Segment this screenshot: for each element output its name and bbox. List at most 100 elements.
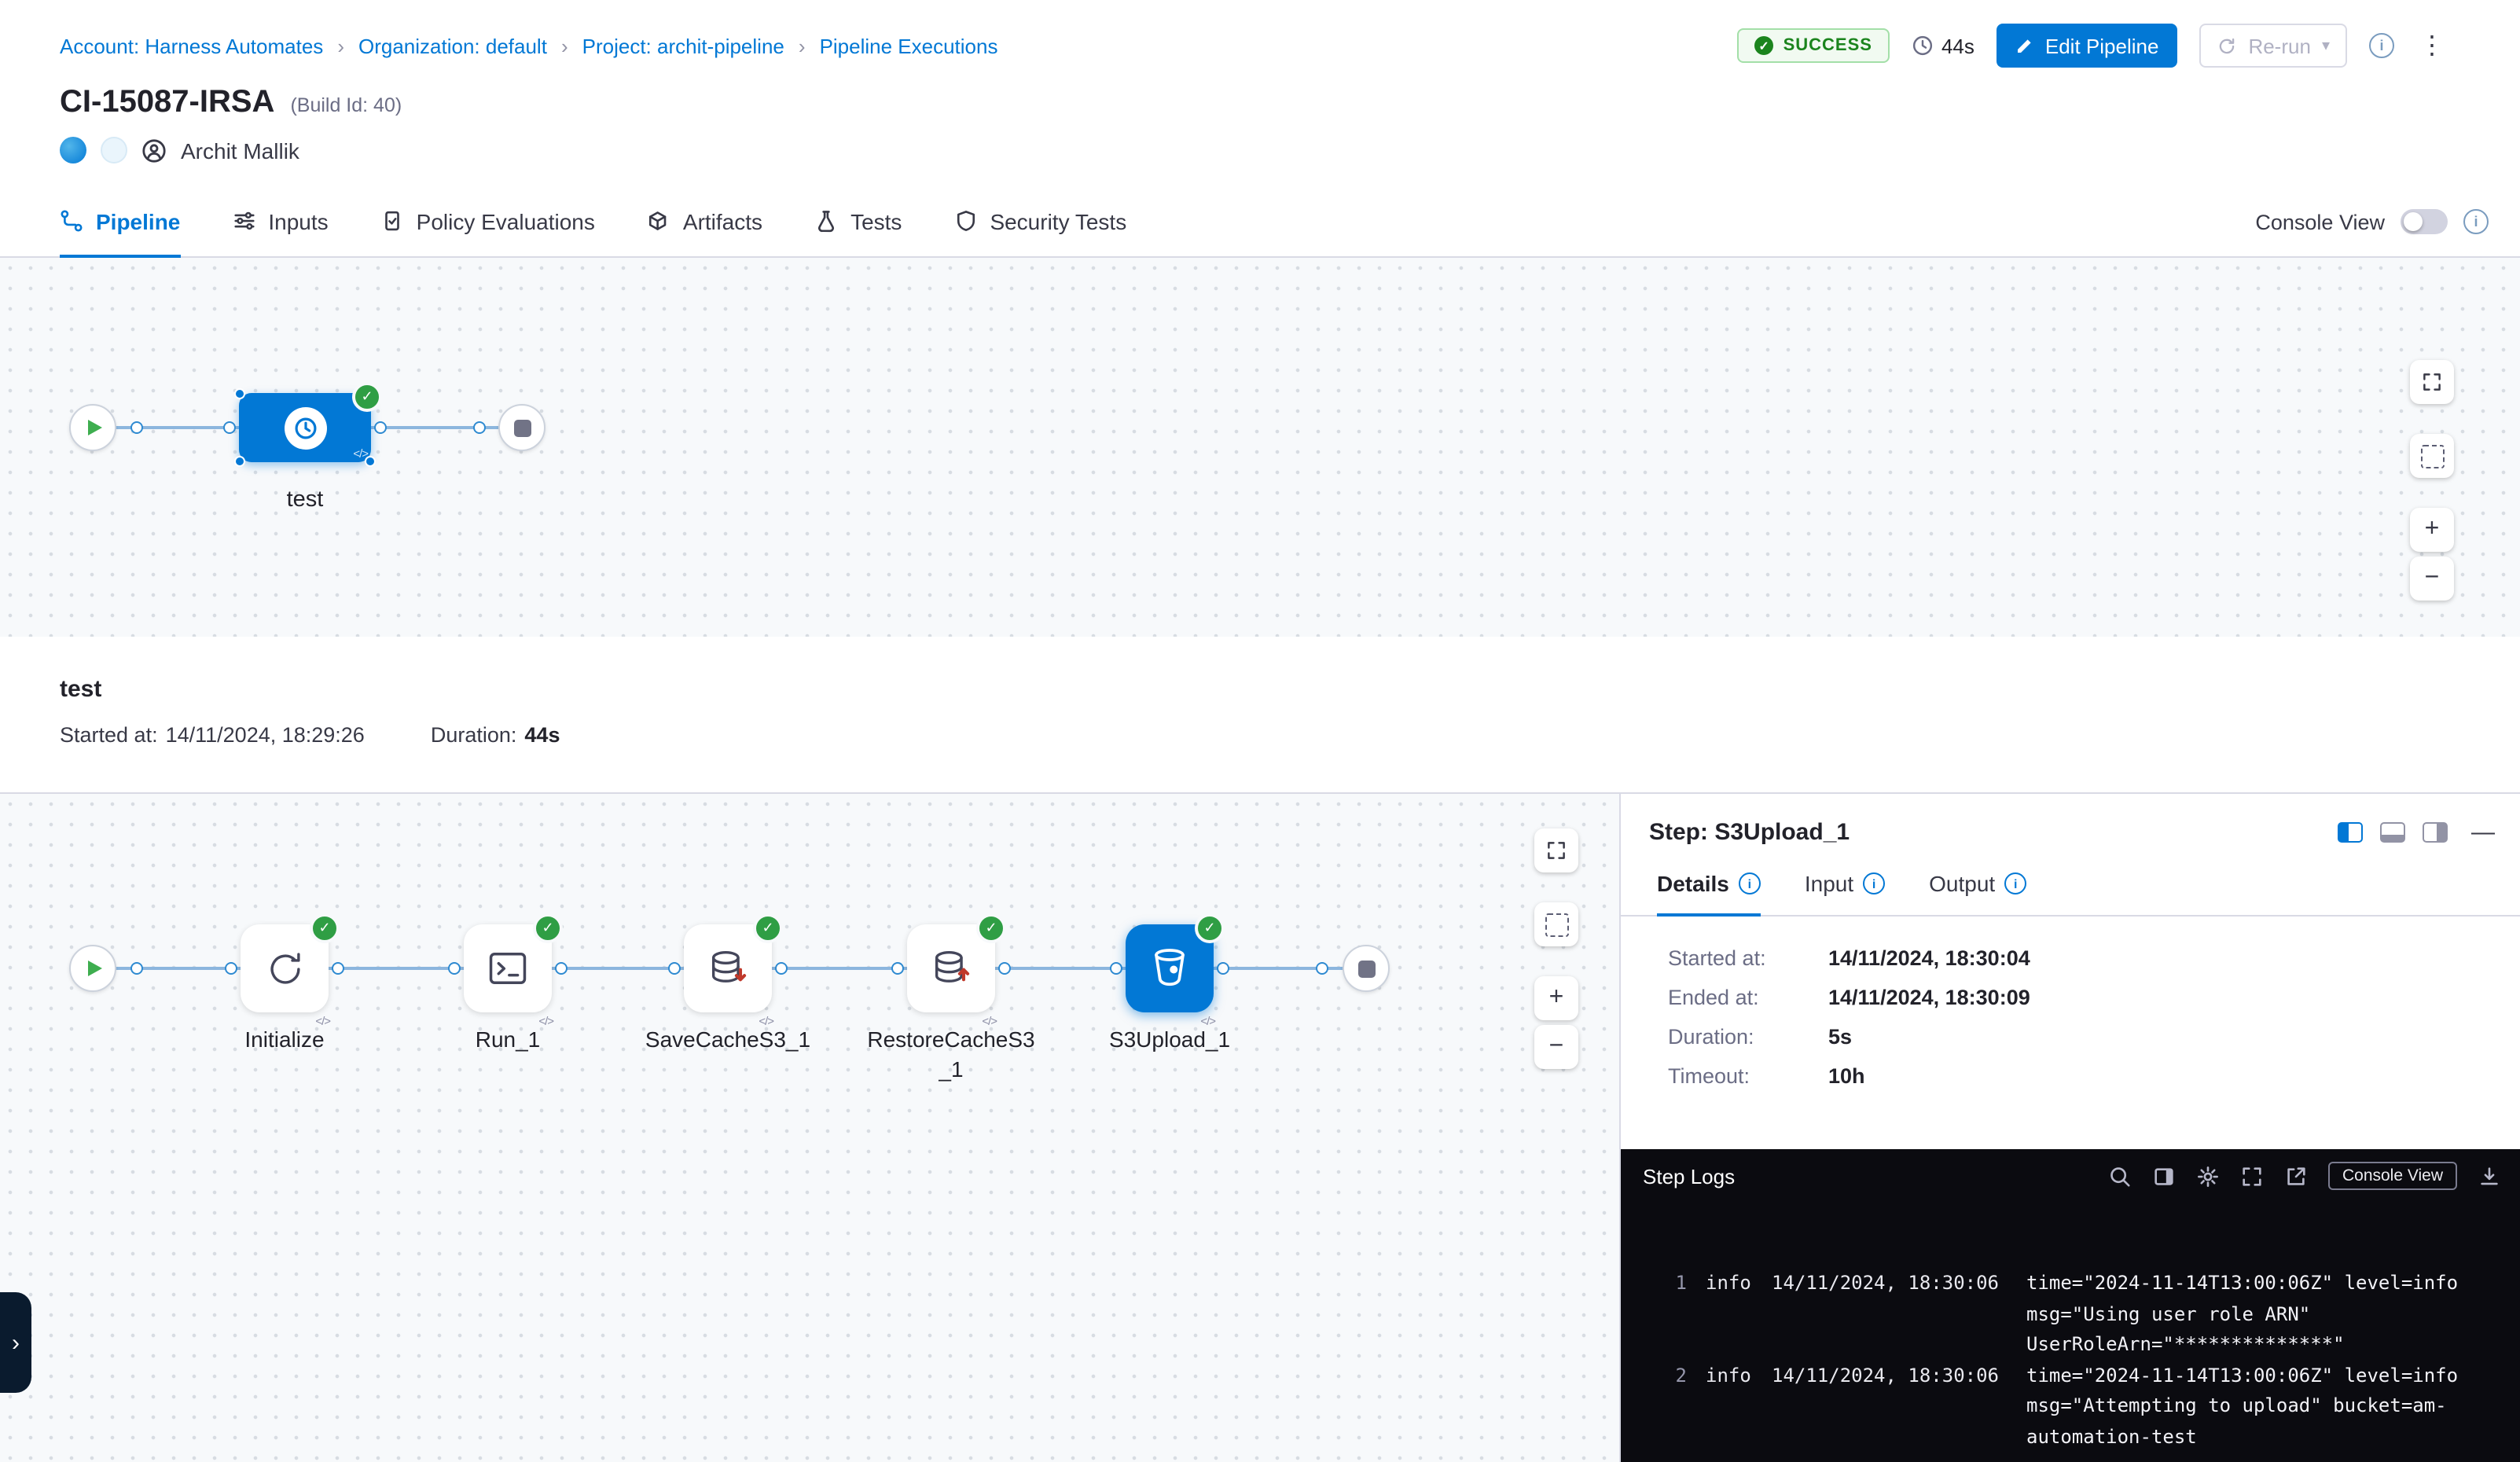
execution-graph-canvas[interactable]: ✓ </> Initialize ✓ </> Run_1 bbox=[0, 794, 1619, 1462]
play-icon bbox=[88, 961, 102, 976]
step-success-icon: ✓ bbox=[753, 913, 783, 943]
sidebar-expand-button[interactable]: › bbox=[0, 1292, 31, 1393]
step-node-save-cache-s3[interactable]: ✓ </> bbox=[684, 924, 772, 1012]
zoom-out-button[interactable]: − bbox=[1534, 1025, 1578, 1069]
breadcrumb-project[interactable]: Project: archit-pipeline bbox=[582, 34, 784, 57]
tab-pipeline[interactable]: Pipeline bbox=[60, 187, 180, 258]
selection-box-icon bbox=[2420, 444, 2444, 468]
step-label: Initialize bbox=[198, 1025, 371, 1055]
rerun-button[interactable]: Re-run ▾ bbox=[2199, 24, 2347, 68]
edge-connector-dot bbox=[374, 421, 387, 434]
zoom-in-button[interactable]: + bbox=[1534, 976, 1578, 1020]
s3-upload-icon bbox=[1146, 945, 1193, 992]
step-run-1: ✓ </> Run_1 bbox=[464, 924, 552, 1012]
tabs: Pipeline Inputs Policy Evaluations Artif… bbox=[60, 187, 2255, 256]
breadcrumb-separator-icon: › bbox=[337, 34, 344, 57]
step-initialize: ✓ </> Initialize bbox=[241, 924, 329, 1012]
chevron-down-icon: ▾ bbox=[2322, 37, 2330, 54]
policy-check-icon bbox=[380, 209, 404, 233]
step-success-icon: ✓ bbox=[1195, 913, 1225, 943]
edge-connector-dot bbox=[891, 962, 904, 975]
play-icon bbox=[88, 420, 102, 435]
edit-pencil-icon bbox=[2015, 36, 2034, 55]
success-check-icon: ✓ bbox=[1755, 36, 1774, 55]
settings-gear-icon[interactable] bbox=[2196, 1164, 2220, 1188]
edge-connector-dot bbox=[668, 962, 681, 975]
breadcrumb-pipeline-executions[interactable]: Pipeline Executions bbox=[820, 34, 998, 57]
title-row: CI-15087-IRSA (Build Id: 40) bbox=[0, 68, 2520, 121]
layout-left-icon[interactable] bbox=[2338, 822, 2363, 843]
console-view-button[interactable]: Console View bbox=[2328, 1162, 2457, 1190]
start-node bbox=[69, 404, 116, 451]
edge-connector-dot bbox=[998, 962, 1011, 975]
info-icon[interactable]: i bbox=[2004, 872, 2026, 894]
breadcrumb-account[interactable]: Account: Harness Automates bbox=[60, 34, 323, 57]
zoom-in-button[interactable]: + bbox=[2410, 508, 2454, 552]
step-node-initialize[interactable]: ✓ </> bbox=[241, 924, 329, 1012]
edge-connector-dot bbox=[1110, 962, 1122, 975]
selection-handle bbox=[234, 388, 245, 399]
user-name: Archit Mallik bbox=[181, 138, 299, 163]
tab-input[interactable]: Input i bbox=[1805, 871, 1885, 917]
more-options-icon[interactable]: ⋮ bbox=[2416, 30, 2448, 61]
panel-toggle-icon[interactable] bbox=[2152, 1164, 2176, 1188]
step-node-s3-upload[interactable]: ✓ </> bbox=[1126, 924, 1214, 1012]
step-node-restore-cache-s3[interactable]: ✓ </> bbox=[907, 924, 995, 1012]
zoom-out-button[interactable]: − bbox=[2410, 557, 2454, 601]
tab-output[interactable]: Output i bbox=[1929, 871, 2026, 917]
tab-security-tests[interactable]: Security Tests bbox=[953, 187, 1126, 258]
info-icon[interactable]: i bbox=[1863, 872, 1885, 894]
info-icon[interactable]: i bbox=[2369, 33, 2394, 58]
edge-connector-dot bbox=[1316, 962, 1328, 975]
execution-duration: 44s bbox=[1912, 34, 1974, 57]
selection-handle bbox=[234, 456, 245, 467]
selection-box-icon bbox=[1545, 913, 1568, 936]
initialize-refresh-icon bbox=[263, 947, 306, 990]
layout-bottom-icon[interactable] bbox=[2380, 822, 2405, 843]
tab-policy-evaluations[interactable]: Policy Evaluations bbox=[380, 187, 595, 258]
tab-tests[interactable]: Tests bbox=[814, 187, 902, 258]
tab-inputs[interactable]: Inputs bbox=[232, 187, 328, 258]
stage-graph-canvas[interactable]: ✓ </> test + − bbox=[0, 258, 2520, 637]
layout-right-icon[interactable] bbox=[2423, 822, 2448, 843]
selection-mode-button[interactable] bbox=[2410, 434, 2454, 478]
panel-layout-controls bbox=[2338, 822, 2448, 843]
edge-connector-dot bbox=[555, 962, 568, 975]
step-logs-header: Step Logs Conso bbox=[1621, 1149, 2520, 1203]
info-icon[interactable]: i bbox=[2463, 209, 2489, 234]
step-node-run-1[interactable]: ✓ </> bbox=[464, 924, 552, 1012]
chevron-right-icon: › bbox=[12, 1329, 20, 1356]
breadcrumb-organization[interactable]: Organization: default bbox=[358, 34, 547, 57]
step-label: Run_1 bbox=[421, 1025, 594, 1055]
end-node bbox=[1343, 945, 1390, 992]
tab-details[interactable]: Details i bbox=[1657, 871, 1761, 917]
stage-success-icon: ✓ bbox=[352, 382, 382, 412]
console-view-toggle[interactable] bbox=[2401, 209, 2448, 234]
user-icon bbox=[141, 138, 167, 163]
selection-mode-button[interactable] bbox=[1534, 902, 1578, 946]
edit-pipeline-button[interactable]: Edit Pipeline bbox=[1997, 24, 2178, 68]
edge-connector-dot bbox=[223, 421, 236, 434]
search-icon[interactable] bbox=[2108, 1164, 2132, 1188]
step-success-icon: ✓ bbox=[976, 913, 1006, 943]
detail-row: Duration: 5s bbox=[1668, 1025, 2520, 1049]
stage-info-bar: test Started at: 14/11/2024, 18:29:26 Du… bbox=[0, 637, 2520, 794]
minimize-panel-icon[interactable]: — bbox=[2471, 819, 2495, 846]
step-details-panel: Step: S3Upload_1 — Details i Input i bbox=[1619, 794, 2520, 1462]
open-in-new-icon[interactable] bbox=[2284, 1164, 2308, 1188]
rerun-icon bbox=[2217, 35, 2237, 56]
stage-icon bbox=[284, 406, 326, 449]
info-icon[interactable]: i bbox=[1739, 872, 1761, 894]
console-view-control: Console View i bbox=[2255, 187, 2489, 256]
tab-artifacts[interactable]: Artifacts bbox=[647, 187, 762, 258]
expand-logs-icon[interactable] bbox=[2240, 1164, 2264, 1188]
step-save-cache-s3: ✓ </> SaveCacheS3_1 bbox=[684, 924, 772, 1012]
console-view-label: Console View bbox=[2255, 210, 2385, 233]
download-logs-icon[interactable] bbox=[2478, 1164, 2501, 1188]
fullscreen-button[interactable] bbox=[1534, 828, 1578, 872]
header-actions: ✓ SUCCESS 44s Edit Pipeline Re-run ▾ i bbox=[1738, 24, 2448, 68]
clock-icon bbox=[1912, 35, 1934, 57]
stage-node-test[interactable]: ✓ </> bbox=[239, 393, 371, 462]
terminal-icon bbox=[486, 946, 530, 990]
fullscreen-button[interactable] bbox=[2410, 360, 2454, 404]
